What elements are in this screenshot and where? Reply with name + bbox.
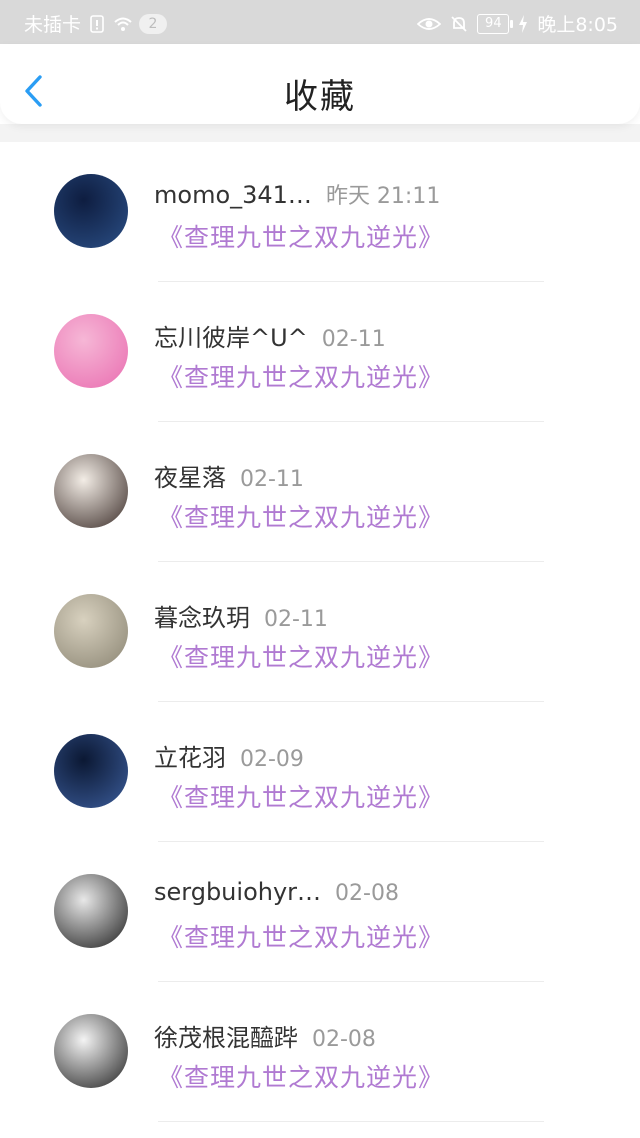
user-name-row: 立花羽 02-09 [154,738,304,773]
user-name-row: momo_341… 昨天 21:11 [154,178,440,210]
favorite-time: 02-11 [321,327,386,352]
status-right: 94 晚上8:05 [417,10,618,37]
book-title-link[interactable]: 《查理九世之双九逆光》 [158,638,444,674]
clock-label: 晚上8:05 [537,14,618,36]
favorite-time: 02-09 [240,747,304,772]
user-name: 立花羽 [154,744,226,772]
favorites-list: momo_341… 昨天 21:11 《查理九世之双九逆光》 忘川彼岸^U^ 02-… [0,142,640,1122]
avatar[interactable] [54,174,128,248]
user-name-row: sergbuiohyr… 02-08 [154,878,399,906]
book-title-link[interactable]: 《查理九世之双九逆光》 [158,778,444,814]
user-name: 夜星落 [154,464,226,492]
user-name: 忘川彼岸^U^ [154,324,308,352]
avatar[interactable] [54,734,128,808]
item-divider [158,1121,544,1122]
user-name-row: 暮念玖玥 02-11 [154,598,328,633]
book-title-link[interactable]: 《查理九世之双九逆光》 [158,1058,444,1094]
user-name-row: 夜星落 02-11 [154,458,304,493]
page-title: 收藏 [284,77,356,117]
avatar[interactable] [54,1014,128,1088]
favorite-item[interactable]: 立花羽 02-09 《查理九世之双九逆光》 [0,702,640,842]
favorite-item[interactable]: 暮念玖玥 02-11 《查理九世之双九逆光》 [0,562,640,702]
status-left: 未插卡 2 [24,10,168,37]
status-bar: 未插卡 2 94 晚上8:05 [0,0,640,44]
mute-bell-icon [451,15,467,32]
notification-count-badge: 2 [139,13,168,34]
user-name: 暮念玖玥 [154,604,250,632]
avatar[interactable] [54,874,128,948]
favorite-item[interactable]: 夜星落 02-11 《查理九世之双九逆光》 [0,422,640,562]
favorite-time: 02-11 [240,467,304,492]
favorite-item[interactable]: sergbuiohyr… 02-08 《查理九世之双九逆光》 [0,842,640,982]
carrier-label: 未插卡 [24,14,82,36]
favorite-time: 02-08 [312,1027,376,1052]
user-name-row: 徐茂根混醯跸 02-08 [154,1018,376,1053]
wifi-icon [114,17,132,31]
favorite-time: 昨天 21:11 [325,184,441,209]
favorite-item[interactable]: 徐茂根混醯跸 02-08 《查理九世之双九逆光》 [0,982,640,1122]
nav-header: 收藏 [0,44,640,124]
book-title-link[interactable]: 《查理九世之双九逆光》 [158,358,444,394]
favorite-time: 02-11 [264,607,328,632]
avatar[interactable] [54,594,128,668]
battery-indicator: 94 [477,13,514,34]
sim-alert-icon [90,14,104,33]
user-name: 徐茂根混醯跸 [154,1024,298,1052]
user-name: momo_341… [154,181,312,209]
avatar[interactable] [54,454,128,528]
book-title-link[interactable]: 《查理九世之双九逆光》 [158,918,444,954]
book-title-link[interactable]: 《查理九世之双九逆光》 [158,218,444,254]
avatar[interactable] [54,314,128,388]
user-name-row: 忘川彼岸^U^ 02-11 [154,318,386,353]
header-gap [0,124,640,142]
charging-icon [519,14,528,33]
book-title-link[interactable]: 《查理九世之双九逆光》 [158,498,444,534]
eye-icon [417,17,442,30]
user-name: sergbuiohyr… [154,878,322,906]
favorite-item[interactable]: 忘川彼岸^U^ 02-11 《查理九世之双九逆光》 [0,282,640,422]
favorite-time: 02-08 [335,881,399,906]
favorite-item[interactable]: momo_341… 昨天 21:11 《查理九世之双九逆光》 [0,142,640,282]
